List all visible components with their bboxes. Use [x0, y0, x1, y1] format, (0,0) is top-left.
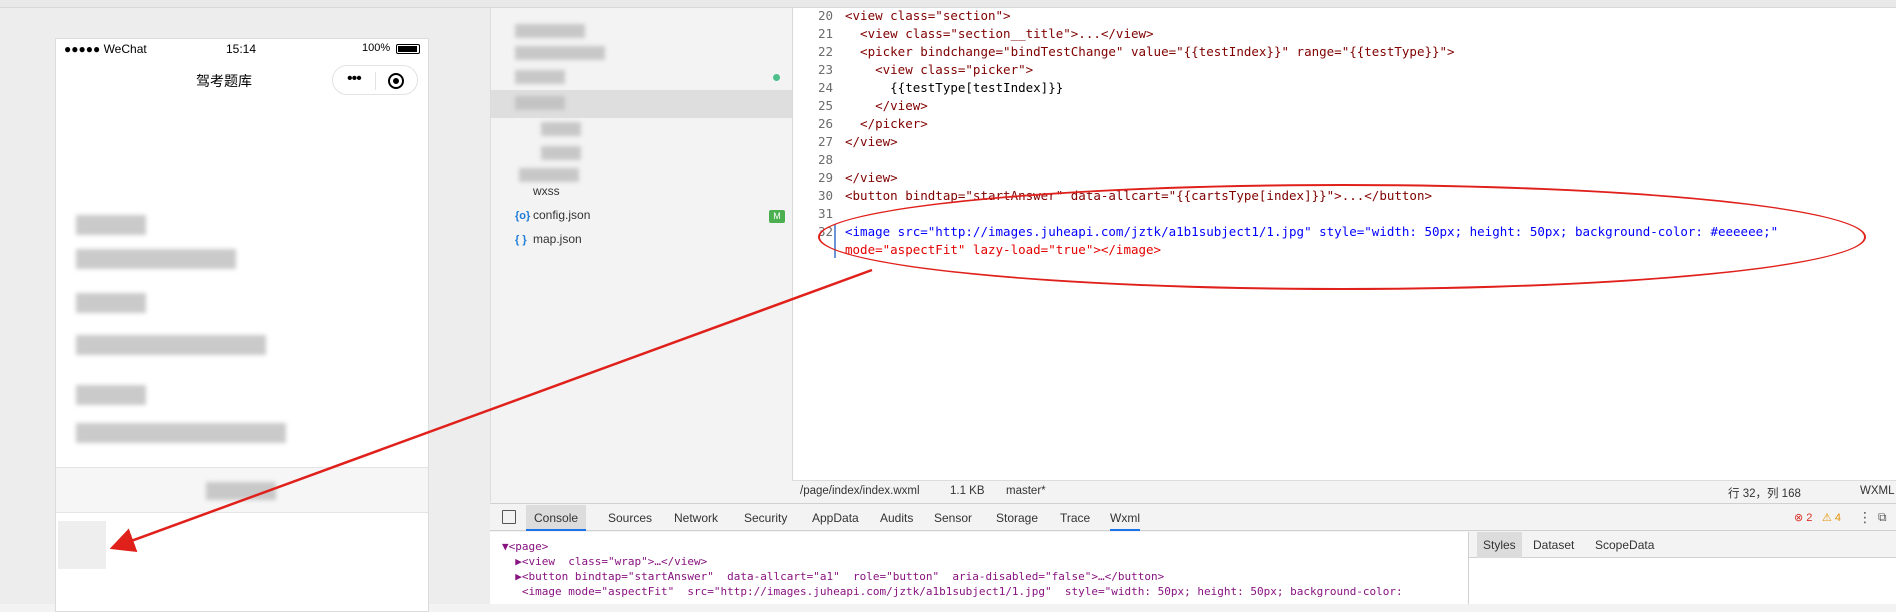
tab-dataset[interactable]: Dataset	[1533, 538, 1574, 552]
cursor-position[interactable]: 行 32，列 168	[1728, 485, 1801, 501]
tab-security[interactable]: Security	[744, 511, 787, 525]
blurred-picker[interactable]	[76, 249, 236, 269]
battery-icon	[396, 44, 420, 54]
code-line: 31	[817, 206, 833, 221]
code-line: 27 </view>	[817, 134, 898, 149]
file-path[interactable]: /page/index/index.wxml	[800, 485, 920, 497]
battery-percent: 100%	[362, 42, 391, 54]
tab-network[interactable]: Network	[674, 511, 718, 525]
code-line: 21 <view class="section__title">...</vie…	[817, 26, 1154, 41]
close-target-icon[interactable]	[388, 73, 404, 89]
tab-console[interactable]: Console	[526, 505, 587, 531]
git-branch[interactable]: master*	[1006, 485, 1046, 497]
blurred-picker[interactable]	[76, 423, 286, 443]
tab-trace[interactable]: Trace	[1060, 511, 1090, 525]
tab-sensor[interactable]: Sensor	[934, 511, 972, 525]
json-file-icon: {o}	[515, 210, 531, 222]
phone-status-bar: ●●●●● WeChat 15:14 100%	[56, 39, 430, 59]
tab-wxml[interactable]: Wxml	[1110, 505, 1140, 531]
blurred-label	[76, 385, 146, 405]
wxml-node[interactable]: ▶<view class="wrap">…</view>	[502, 555, 707, 568]
json-file-icon: { }	[515, 234, 527, 246]
top-strip	[0, 0, 1896, 8]
blurred-file[interactable]	[541, 146, 581, 160]
wxml-node[interactable]: <image mode="aspectFit" src="http://imag…	[502, 585, 1403, 598]
warning-count[interactable]: ⚠ 4	[1822, 511, 1841, 524]
page-title: 驾考题库	[196, 73, 252, 89]
start-answer-button[interactable]	[56, 467, 428, 513]
status-dot	[773, 74, 780, 81]
code-line: 22 <picker bindchange="bindTestChange" v…	[817, 44, 1455, 59]
inspect-element-icon[interactable]	[502, 510, 516, 524]
code-line: 24 {{testType[testIndex]}}	[817, 80, 1064, 95]
dock-icon[interactable]: ⧉	[1878, 510, 1887, 525]
blurred-file[interactable]	[519, 168, 579, 182]
blurred-picker[interactable]	[76, 335, 266, 355]
language-mode[interactable]: WXML	[1860, 485, 1895, 497]
code-line: 29 </view>	[817, 170, 898, 185]
tree-item-sitemap[interactable]: { } map.json	[515, 232, 582, 246]
wxml-panel: ▼<page> ▶<view class="wrap">…</view> ▶<b…	[490, 532, 1468, 604]
blurred-file[interactable]	[515, 46, 605, 60]
mini-program-capsule[interactable]: •••	[332, 65, 418, 95]
code-line: 28	[817, 152, 833, 167]
tree-item-label: map.json	[533, 232, 582, 246]
more-options-icon[interactable]: ⋮	[1858, 509, 1872, 526]
tree-item-wxss[interactable]: wxss	[515, 184, 560, 198]
capsule-divider	[375, 72, 376, 90]
tab-audits[interactable]: Audits	[880, 511, 913, 525]
styles-tabs: Styles Dataset ScopeData	[1469, 532, 1896, 558]
code-line: 26 </picker>	[817, 116, 928, 131]
blurred-button-label	[206, 482, 276, 500]
tree-item-label: config.json	[533, 208, 591, 222]
more-icon[interactable]: •••	[347, 70, 362, 88]
wxml-node[interactable]: ▼<page>	[502, 540, 548, 553]
tab-scopedata[interactable]: ScopeData	[1595, 538, 1654, 552]
tree-item-label: wxss	[533, 184, 560, 198]
devtools-toolbar: Console Sources Network Security AppData…	[490, 503, 1896, 531]
code-line: 20 <view class="section">	[817, 8, 1011, 23]
code-line: 25 </view>	[817, 98, 928, 113]
blurred-file[interactable]	[541, 122, 581, 136]
blurred-file[interactable]	[515, 24, 585, 38]
carrier-label: ●●●●● WeChat	[64, 42, 147, 56]
blurred-label	[76, 293, 146, 313]
tab-styles[interactable]: Styles	[1477, 532, 1522, 558]
phone-screen: ●●●●● WeChat 15:14 100% 驾考题库 •••	[55, 38, 429, 612]
wxml-node[interactable]: ▶<button bindtap="startAnswer" data-allc…	[502, 570, 1164, 583]
editor-status-bar: /page/index/index.wxml 1.1 KB master* 行 …	[792, 480, 1896, 502]
blurred-folder[interactable]	[515, 70, 565, 84]
simulator-panel: ●●●●● WeChat 15:14 100% 驾考题库 •••	[0, 8, 490, 612]
tab-sources[interactable]: Sources	[608, 511, 652, 525]
modified-badge: M	[769, 210, 785, 223]
status-time: 15:14	[226, 42, 257, 56]
blurred-folder[interactable]	[515, 96, 565, 110]
error-count[interactable]: ⊗ 2	[1794, 511, 1812, 524]
file-tree: wxss {o} config.json M { } map.json	[490, 8, 793, 502]
tree-item-config[interactable]: {o} config.json	[515, 208, 590, 222]
file-size: 1.1 KB	[950, 485, 985, 497]
tab-appdata[interactable]: AppData	[812, 511, 859, 525]
code-line: 23 <view class="picker">	[817, 62, 1034, 77]
tab-storage[interactable]: Storage	[996, 511, 1038, 525]
image-placeholder	[58, 521, 106, 569]
styles-panel: Styles Dataset ScopeData	[1468, 532, 1896, 604]
blurred-label	[76, 215, 146, 235]
highlight-ellipse	[818, 184, 1866, 290]
